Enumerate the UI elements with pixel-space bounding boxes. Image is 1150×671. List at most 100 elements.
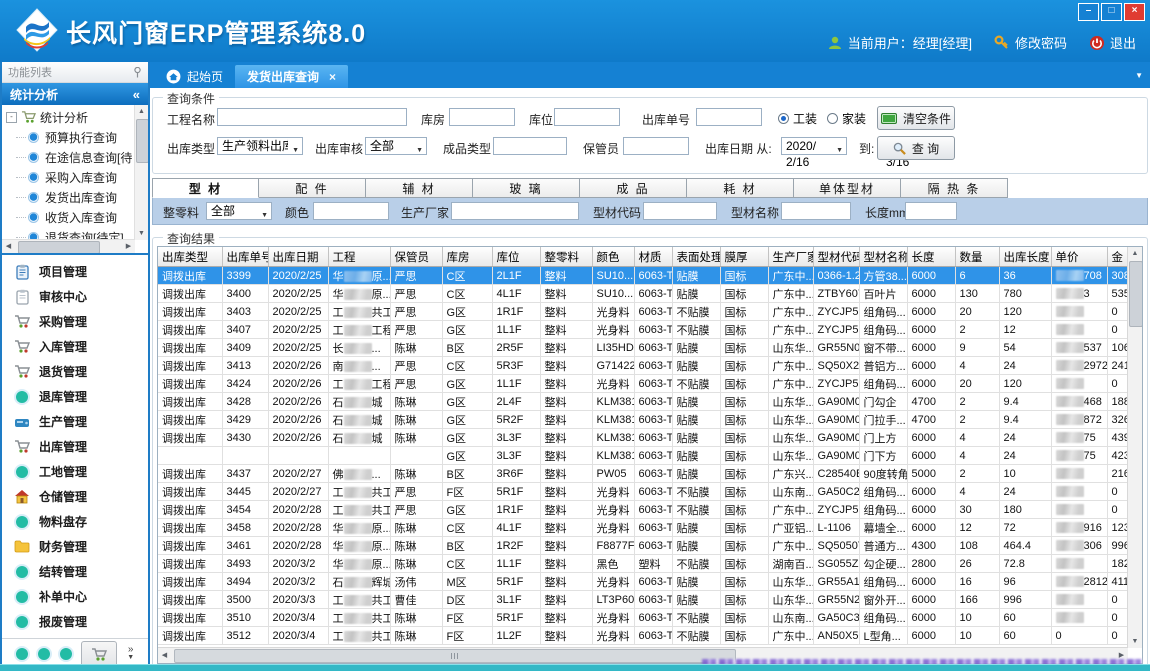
project-name-input[interactable] — [217, 108, 407, 126]
maximize-button[interactable]: □ — [1101, 3, 1122, 21]
sidebar-item-项目管理[interactable]: 项目管理 — [2, 259, 148, 284]
sidebar-item-入库管理[interactable]: 入库管理 — [2, 334, 148, 359]
date-from-select[interactable]: 2020/ 2/16 ▼ — [781, 137, 847, 155]
column-header-型材代码[interactable]: 型材代码 — [813, 247, 859, 267]
scrollbar-thumb[interactable] — [1129, 261, 1143, 327]
logout-button[interactable]: 退出 — [1089, 33, 1136, 52]
radio-gongzhuang[interactable]: 工装 — [778, 110, 817, 127]
product-type-input[interactable] — [493, 137, 567, 155]
tree-vertical-scrollbar[interactable]: ▲ ▼ — [134, 105, 148, 240]
whole-piece-select[interactable]: 全部 ▼ — [206, 202, 272, 220]
column-header-生产厂家[interactable]: 生产厂家 — [768, 247, 813, 267]
sidebar-item-采购管理[interactable]: 采购管理 — [2, 309, 148, 334]
change-password-button[interactable]: 修改密码 — [994, 33, 1067, 52]
table-row[interactable]: 调拨出库34002020/2/25华原...严思C区4L1F整料SU10...6… — [158, 285, 1134, 303]
tab-close-icon[interactable]: × — [329, 70, 336, 84]
table-row[interactable]: 调拨出库34932020/3/2华原...陈琳C区1L1F整料黑色塑料不贴膜国标… — [158, 555, 1134, 573]
tree-horizontal-scrollbar[interactable]: ◀ ▶ — [2, 239, 135, 253]
scroll-up-icon[interactable]: ▲ — [135, 105, 148, 118]
color-input[interactable] — [313, 202, 389, 220]
sidebar-item-退货管理[interactable]: 退货管理 — [2, 359, 148, 384]
tree-root[interactable]: - 统计分析 — [6, 107, 134, 127]
radio-jiazhuang[interactable]: 家装 — [827, 110, 866, 127]
material-tab-隔热条[interactable]: 隔 热 条 — [901, 178, 1008, 198]
table-row[interactable]: 调拨出库34242020/2/26工工程严思G区1L1F整料光身料6063-T5… — [158, 375, 1134, 393]
pin-icon[interactable] — [133, 67, 142, 78]
scroll-right-icon[interactable]: ▶ — [122, 240, 135, 253]
column-header-数量[interactable]: 数量 — [955, 247, 999, 267]
out-audit-select[interactable]: 全部 ▼ — [365, 137, 427, 155]
column-header-长度[interactable]: 长度 — [907, 247, 955, 267]
sidebar-item-审核中心[interactable]: 审核中心 — [2, 284, 148, 309]
sidebar-item-物料盘存[interactable]: 物料盘存 — [2, 509, 148, 534]
scrollbar-thumb[interactable] — [18, 241, 100, 254]
tree-item-采购入库查询[interactable]: 采购入库查询 — [6, 167, 134, 187]
table-row[interactable]: 调拨出库34072020/2/25工工程严思G区1L1F整料光身料6063-T5… — [158, 321, 1134, 339]
column-header-整零料[interactable]: 整零料 — [540, 247, 592, 267]
table-row[interactable]: 调拨出库34582020/2/28华原...陈琳C区4L1F整料光身料6063-… — [158, 519, 1134, 537]
order-no-input[interactable] — [696, 108, 762, 126]
sidebar-item-退库管理[interactable]: 退库管理 — [2, 384, 148, 409]
table-row[interactable]: 调拨出库34132020/2/26南...严思C区5R3F整料G71422606… — [158, 357, 1134, 375]
sidebar-item-报废管理[interactable]: 报废管理 — [2, 609, 148, 634]
tab-home[interactable]: 起始页 — [154, 65, 235, 88]
table-row[interactable]: 调拨出库34292020/2/26石城陈琳G区5R2F整料KLM38176063… — [158, 411, 1134, 429]
close-button[interactable]: × — [1124, 3, 1145, 21]
scroll-left-icon[interactable]: ◀ — [2, 240, 15, 253]
column-header-出库单号[interactable]: 出库单号 — [222, 247, 268, 267]
keeper-input[interactable] — [623, 137, 689, 155]
collapse-icon[interactable]: « — [133, 87, 140, 102]
material-tab-玻璃[interactable]: 玻 璃 — [473, 178, 580, 198]
profile-code-input[interactable] — [643, 202, 717, 220]
material-tab-单体型材[interactable]: 单体型材 — [794, 178, 901, 198]
table-row[interactable]: G区3L3F整料KLM38176063-T5贴膜国标山东华...GA90M09.… — [158, 447, 1134, 465]
tree-item-预算执行查询[interactable]: 预算执行查询 — [6, 127, 134, 147]
tree-item-发货出库查询[interactable]: 发货出库查询 — [6, 187, 134, 207]
material-tab-配件[interactable]: 配 件 — [259, 178, 366, 198]
material-tab-成品[interactable]: 成 品 — [580, 178, 687, 198]
location-input[interactable] — [554, 108, 620, 126]
column-header-单价[interactable]: 单价 — [1051, 247, 1107, 267]
table-row[interactable]: 调拨出库35002020/3/3工共工程曹佳D区3L1F整料LT3P606063… — [158, 591, 1134, 609]
sidebar-item-工地管理[interactable]: 工地管理 — [2, 459, 148, 484]
table-row[interactable]: 调拨出库34452020/2/27工共工程严思F区5R1F整料光身料6063-T… — [158, 483, 1134, 501]
sidebar-item-结转管理[interactable]: 结转管理 — [2, 559, 148, 584]
column-header-膜厚[interactable]: 膜厚 — [720, 247, 768, 267]
column-header-出库长度[interactable]: 出库长度 — [999, 247, 1051, 267]
sidebar-item-补单中心[interactable]: 补单中心 — [2, 584, 148, 609]
scroll-up-icon[interactable]: ▲ — [1128, 247, 1142, 260]
tab-list-dropdown-icon[interactable]: ▼ — [1135, 71, 1143, 80]
column-header-保管员[interactable]: 保管员 — [390, 247, 442, 267]
module-dot-icon[interactable] — [16, 648, 28, 660]
column-header-出库日期[interactable]: 出库日期 — [268, 247, 328, 267]
table-row[interactable]: 调拨出库34092020/2/25长...陈琳B区2R5F整料LI35HD606… — [158, 339, 1134, 357]
column-header-出库类型[interactable]: 出库类型 — [158, 247, 222, 267]
tab-shipment-query[interactable]: 发货出库查询 × — [235, 65, 348, 88]
column-header-型材名称[interactable]: 型材名称 — [859, 247, 907, 267]
warehouse-input[interactable] — [449, 108, 515, 126]
expander-icon[interactable]: - — [6, 112, 17, 123]
minimize-button[interactable]: – — [1078, 3, 1099, 21]
manufacturer-input[interactable] — [451, 202, 579, 220]
table-row[interactable]: 调拨出库34372020/2/27佛...陈琳B区3R6F整料PW056063-… — [158, 465, 1134, 483]
table-row[interactable]: 调拨出库33992020/2/25华原...严思C区2L1F整料SU10...6… — [158, 267, 1134, 285]
sidebar-section-header[interactable]: 统计分析 « — [2, 83, 148, 105]
column-header-表面处理[interactable]: 表面处理 — [672, 247, 720, 267]
length-input[interactable] — [905, 202, 957, 220]
scroll-down-icon[interactable]: ▼ — [135, 227, 148, 240]
material-tab-辅材[interactable]: 辅 材 — [366, 178, 473, 198]
clear-conditions-button[interactable]: 清空条件 — [877, 106, 955, 130]
profile-name-input[interactable] — [781, 202, 851, 220]
sidebar-item-仓储管理[interactable]: 仓储管理 — [2, 484, 148, 509]
sidebar-item-财务管理[interactable]: 财务管理 — [2, 534, 148, 559]
tree-item-收货入库查询[interactable]: 收货入库查询 — [6, 207, 134, 227]
scroll-left-icon[interactable]: ◀ — [158, 648, 171, 663]
tree-item-在途信息查询[待[interactable]: 在途信息查询[待 — [6, 147, 134, 167]
table-row[interactable]: 调拨出库34032020/2/25工共工程严思G区1R1F整料光身料6063-T… — [158, 303, 1134, 321]
table-row[interactable]: 调拨出库34542020/2/28工共工程严思G区1R1F整料光身料6063-T… — [158, 501, 1134, 519]
table-row[interactable]: 调拨出库34282020/2/26石城陈琳G区2L4F整料KLM38176063… — [158, 393, 1134, 411]
column-header-颜色[interactable]: 颜色 — [592, 247, 634, 267]
column-header-材质[interactable]: 材质 — [634, 247, 672, 267]
search-button[interactable]: 查 询 — [877, 136, 955, 160]
table-row[interactable]: 调拨出库34302020/2/26石城陈琳G区3L3F整料KLM38176063… — [158, 429, 1134, 447]
